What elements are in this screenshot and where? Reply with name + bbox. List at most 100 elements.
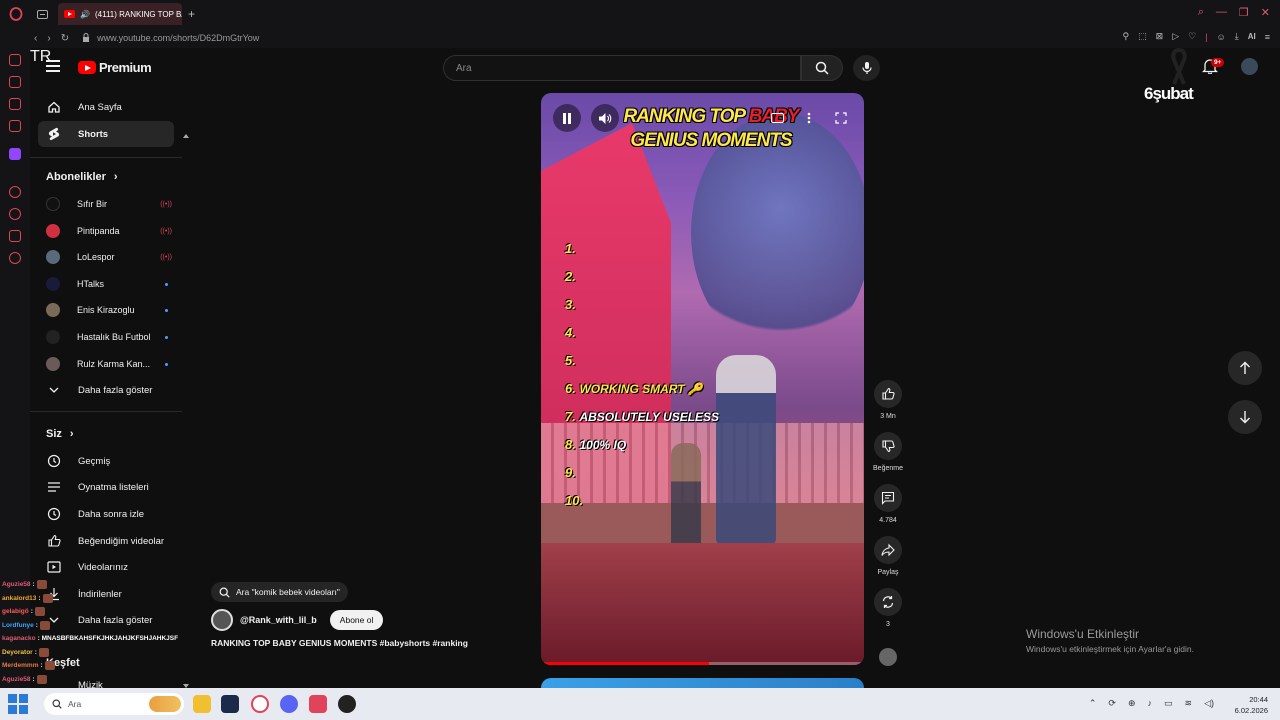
settings-side-icon[interactable] — [9, 252, 21, 264]
reload-icon[interactable]: ↻ — [61, 33, 69, 44]
display-icon[interactable]: ▭ — [1164, 698, 1173, 709]
sidebar-item-watch-later[interactable]: Daha sonra izle — [38, 501, 174, 527]
show-more-subscriptions[interactable]: Daha fazla göster — [38, 377, 174, 403]
snapshot-icon[interactable]: ⬚ — [1138, 31, 1147, 42]
bag-icon[interactable] — [9, 76, 21, 88]
expand-icon — [835, 112, 847, 124]
sidebar-item-your-videos[interactable]: Videolarınız — [38, 554, 174, 580]
taskbar-clock[interactable]: 20:44 6.02.2026 — [1235, 694, 1268, 716]
youtube-premium-logo[interactable]: Premium — [78, 60, 152, 75]
sidebar-item-lolespor[interactable]: LoLespor ((•)) — [38, 244, 174, 270]
scroll-up-arrow[interactable] — [183, 134, 189, 138]
sidebar-item-htalks[interactable]: HTalks — [38, 271, 174, 297]
url-field[interactable]: www.youtube.com/shorts/D62DmGtrYow — [97, 33, 259, 43]
history-side-icon[interactable] — [9, 208, 21, 220]
share-action[interactable]: Paylaş — [872, 536, 904, 576]
like-icon — [46, 533, 62, 549]
minimize-button[interactable]: — — [1216, 6, 1227, 19]
wifi-icon[interactable]: ≋ — [1185, 698, 1193, 709]
chevron-up-icon[interactable]: ⌃ — [1089, 698, 1097, 709]
sidebar-item-playlists[interactable]: Oynatma listeleri — [38, 474, 174, 500]
account-avatar[interactable] — [1241, 58, 1258, 75]
shorts-video-player[interactable]: RANKING TOP BABY GENIUS MOMENTS 1. 2. 3.… — [541, 93, 864, 665]
pause-button[interactable] — [553, 104, 581, 132]
voice-search-button[interactable] — [853, 55, 880, 81]
menu-icon[interactable]: ≡ — [1265, 32, 1270, 42]
profile-icon[interactable]: ☺ — [1217, 32, 1226, 42]
channel-avatar[interactable] — [211, 609, 233, 631]
like-count: 3 Mn — [880, 413, 896, 420]
heart-icon[interactable]: ♡ — [1188, 31, 1196, 42]
github-icon[interactable] — [338, 695, 356, 713]
maximize-button[interactable]: ❐ — [1239, 6, 1249, 19]
play-icon[interactable]: ▷ — [1172, 31, 1179, 42]
twitch-icon[interactable] — [9, 148, 21, 160]
dislike-action[interactable]: Beğenme — [872, 432, 904, 472]
subscriptions-heading[interactable]: Abonelikler › — [46, 171, 118, 183]
sidebar-item-enis-kirazoglu[interactable]: Enis Kirazoglu — [38, 297, 174, 323]
opera-logo-icon[interactable] — [0, 0, 32, 28]
related-search-chip[interactable]: Ara "komik bebek videoları" — [211, 582, 348, 602]
tab-youtube[interactable]: 🔊 (4111) RANKING TOP BABY GENIUS MOMENTS — [58, 3, 182, 25]
new-tab-button[interactable]: + — [188, 7, 195, 21]
file-explorer-icon[interactable] — [193, 695, 211, 713]
search-tabs-icon[interactable]: ⌕ — [1198, 6, 1204, 19]
back-icon[interactable]: ‹ — [34, 33, 37, 44]
sidebar-item-liked-videos[interactable]: Beğendiğim videolar — [38, 528, 174, 554]
fullscreen-button[interactable] — [827, 104, 855, 132]
rank-item: 6. WORKING SMART 🔑 — [565, 381, 703, 396]
avatar — [46, 303, 60, 317]
search-button[interactable] — [801, 55, 843, 81]
windows-start-icon[interactable] — [8, 694, 28, 714]
taskbar-search[interactable]: Ara — [44, 693, 184, 715]
sidebar-item-hastalik-bu-futbol[interactable]: Hastalık Bu Futbol — [38, 324, 174, 350]
network-icon[interactable]: ⊕ — [1128, 698, 1136, 709]
steam-icon[interactable] — [221, 695, 239, 713]
next-short-button[interactable] — [1228, 400, 1262, 434]
sidebar-item-sifir-bir[interactable]: Sıfır Bir ((•)) — [38, 191, 174, 217]
download-icon[interactable]: ⤓ — [1235, 31, 1239, 42]
chat-message: Deyorator: — [2, 646, 222, 660]
video-progress-bar[interactable] — [541, 662, 864, 665]
sidebar-item-shorts[interactable]: Shorts — [38, 121, 174, 147]
pinboard-icon[interactable] — [9, 230, 21, 242]
new-content-dot — [165, 362, 168, 366]
sync-icon[interactable]: ⟳ — [1108, 698, 1116, 709]
captions-button[interactable] — [763, 104, 791, 132]
you-heading[interactable]: Siz › — [46, 428, 74, 440]
instagram-icon[interactable] — [9, 120, 21, 132]
close-button[interactable]: ✕ — [1261, 6, 1270, 19]
previous-short-button[interactable] — [1228, 351, 1262, 385]
flash-app-icon[interactable] — [309, 695, 327, 713]
opera-gx-icon[interactable] — [251, 695, 269, 713]
comments-action[interactable]: 4.784 — [872, 484, 904, 524]
forward-icon[interactable]: › — [47, 33, 50, 44]
search-input[interactable] — [456, 62, 776, 74]
player-icon[interactable] — [9, 186, 21, 198]
sidebar-item-home[interactable]: Ana Sayfa — [38, 94, 174, 120]
sound-thumbnail[interactable] — [872, 648, 904, 666]
sidebar-item-history[interactable]: Geçmiş — [38, 448, 174, 474]
messenger-icon[interactable] — [9, 98, 21, 110]
more-options-button[interactable] — [795, 104, 823, 132]
sidebar-item-rulz-karma[interactable]: Rulz Karma Kan... — [38, 351, 174, 377]
discord-icon[interactable] — [280, 695, 298, 713]
like-action[interactable]: 3 Mn — [872, 380, 904, 420]
chat-message: Lordfunye: — [2, 619, 222, 633]
subscribe-button[interactable]: Abone ol — [329, 610, 384, 630]
tab-overview-icon[interactable] — [32, 0, 52, 28]
video-description[interactable]: RANKING TOP BABY GENIUS MOMENTS #babysho… — [211, 638, 468, 648]
hamburger-menu-icon[interactable] — [46, 60, 60, 72]
volume-button[interactable] — [591, 104, 619, 132]
ai-button[interactable]: AI — [1248, 32, 1256, 41]
remix-action[interactable]: 3 — [872, 588, 904, 628]
adblock-icon[interactable]: ⊠ — [1156, 31, 1164, 42]
sidebar-item-pintipanda[interactable]: Pintipanda ((•)) — [38, 218, 174, 244]
mic-tray-icon[interactable]: ♪ — [1148, 698, 1153, 709]
aria-icon[interactable] — [9, 54, 21, 66]
volume-tray-icon[interactable]: ◁) — [1204, 698, 1214, 709]
pin-icon[interactable]: ⚲ — [1123, 31, 1130, 42]
channel-name[interactable]: @Rank_with_lil_b — [240, 615, 317, 625]
video-scene-fence — [541, 423, 864, 503]
speaker-icon[interactable]: 🔊 — [80, 10, 90, 19]
